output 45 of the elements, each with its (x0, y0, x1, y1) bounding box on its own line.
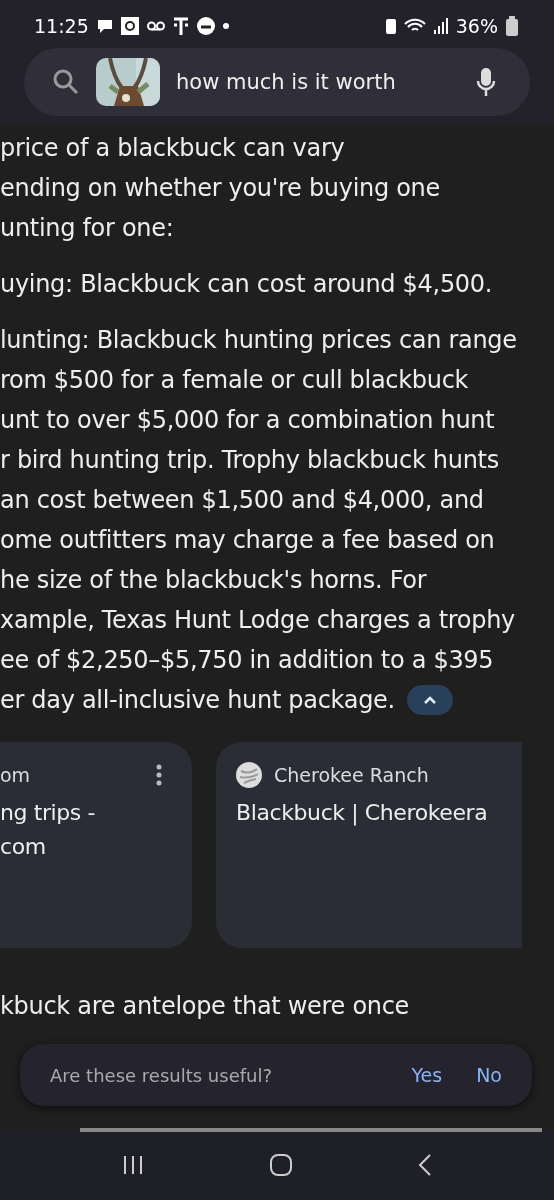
feedback-button[interactable]: No (476, 1064, 502, 1086)
answer-text: ending on whether you're buying one (0, 173, 440, 204)
search-icon (52, 68, 80, 96)
more-options-icon[interactable] (156, 764, 162, 786)
answer-text: price of a blackbuck can vary (0, 133, 345, 164)
battery-level: 36% (455, 15, 498, 37)
chat-bubble-icon (96, 18, 113, 34)
answer-text: er day all-inclusive hunt package. (0, 685, 395, 716)
source-title: ng trips - com (0, 799, 97, 861)
carrier-icon (172, 17, 189, 35)
back-icon[interactable] (417, 1153, 432, 1177)
answer-text: an cost between $1,500 and $4,000, and (0, 485, 484, 516)
battery-icon (506, 16, 518, 36)
answer-text: uying: Blackbuck can cost around $4,500. (0, 269, 493, 300)
home-icon[interactable] (269, 1153, 293, 1177)
chevron-up-icon (422, 695, 437, 705)
answer-text: rom $500 for a female or cull blackbuck (0, 365, 469, 396)
collapse-button[interactable] (406, 685, 453, 715)
search-bar[interactable]: how much is it worth (24, 48, 530, 116)
recent-apps-icon[interactable] (122, 1154, 145, 1176)
source-title: Blackbuck | Cherokeera (236, 799, 489, 828)
source-card[interactable]: om ng trips - com (0, 742, 192, 948)
answer-text: he size of the blackbuck's horns. For (0, 565, 427, 596)
source-card[interactable]: Cherokee Ranch Blackbuck | Cherokeera (216, 742, 522, 948)
feedback-button[interactable]: Yes (411, 1064, 443, 1086)
battery-saver-icon (385, 18, 396, 34)
answer-text: ee of $2,250–$5,750 in addition to a $395 (0, 645, 494, 676)
answer-text: unt to over $5,000 for a combination hunt (0, 405, 495, 436)
source-name: Cherokee Ranch (274, 764, 429, 786)
answer-text: r bird hunting trip. Trophy blackbuck hunts (0, 445, 499, 476)
search-query: how much is it worth (176, 70, 396, 94)
answer-text: xample, Texas Hunt Lodge charges a trophy (0, 605, 515, 636)
voicemail-icon (146, 21, 165, 31)
answer-text: kbuck are antelope that were once (0, 991, 410, 1022)
dot-icon (222, 23, 229, 29)
source-name: om (0, 764, 31, 786)
answer-text: lunting: Blackbuck hunting prices can range (0, 325, 517, 356)
status-time: 11:25 (34, 15, 89, 37)
answer-text: ome outfitters may charge a fee based on (0, 525, 495, 556)
signal-icon (433, 18, 448, 34)
microphone-icon[interactable] (476, 67, 496, 97)
feedback-question: Are these results useful? (50, 1064, 272, 1086)
site-favicon-icon (236, 762, 262, 788)
app-notification-icon (120, 17, 139, 35)
answer-text: unting for one: (0, 213, 174, 244)
